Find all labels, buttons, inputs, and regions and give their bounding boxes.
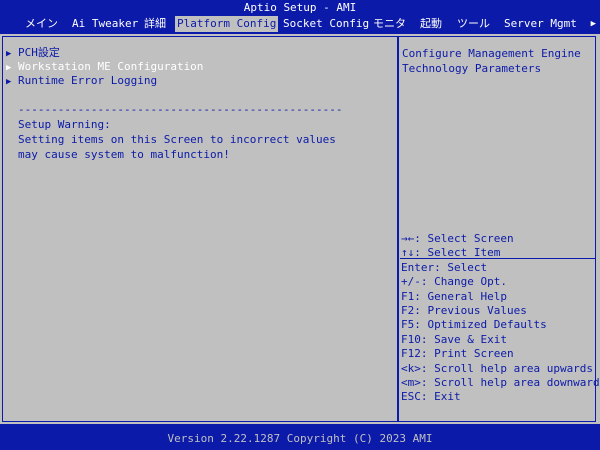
- menu-list: ▶ PCH設定 ▶ Workstation ME Configuration ▶ Ru…: [6, 46, 203, 88]
- menu-item-workstation-me-configuration[interactable]: ▶ Workstation ME Configuration: [6, 60, 203, 74]
- setup-warning: ----------------------------------------…: [18, 102, 343, 162]
- right-triangle-icon: ▶: [6, 63, 12, 73]
- key-scroll-up: <k>: Scroll help area upwards: [401, 361, 594, 375]
- key-legend: →←: Select Screen ↑↓: Select Item Enter:…: [401, 232, 600, 405]
- menu-item-label: PCH設定: [18, 46, 60, 59]
- tab-ai-tweaker[interactable]: Ai Tweaker: [70, 16, 140, 32]
- tab-tool[interactable]: ツール: [455, 16, 492, 32]
- key-f12: F12: Print Screen: [401, 347, 514, 361]
- key-change-opt: +/-: Change Opt.: [401, 275, 507, 289]
- tab-bar: メイン Ai Tweaker 詳細 Platform Config Socket…: [0, 16, 600, 32]
- menu-item-label: Workstation ME Configuration: [18, 60, 204, 73]
- key-f2: F2: Previous Values: [401, 304, 527, 318]
- tab-socket-config[interactable]: Socket Config: [281, 16, 371, 32]
- right-triangle-icon: ▶: [6, 49, 12, 59]
- help-line: Configure Management Engine: [402, 47, 581, 60]
- key-f1: F1: General Help: [401, 289, 507, 303]
- key-f5: F5: Optimized Defaults: [401, 318, 547, 332]
- key-esc: ESC: Exit: [401, 390, 461, 404]
- menu-item-runtime-error-logging[interactable]: ▶ Runtime Error Logging: [6, 74, 203, 88]
- warning-line: may cause system to malfunction!: [18, 148, 230, 161]
- right-triangle-icon[interactable]: ▶: [591, 16, 596, 32]
- tab-server-mgmt[interactable]: Server Mgmt: [502, 16, 579, 32]
- key-scroll-down: <m>: Scroll help area downwards: [401, 376, 600, 390]
- help-line: Technology Parameters: [402, 62, 542, 75]
- footer-version: Version 2.22.1287 Copyright (C) 2023 AMI: [167, 432, 433, 445]
- main-panel: ▶ PCH設定 ▶ Workstation ME Configuration ▶ Ru…: [0, 34, 600, 424]
- window-title: Aptio Setup - AMI: [243, 1, 357, 14]
- tab-monitor[interactable]: モニタ: [371, 16, 408, 32]
- key-select-screen: →←: Select Screen: [401, 232, 514, 245]
- vertical-divider: [397, 37, 399, 421]
- tab-platform-config[interactable]: Platform Config: [175, 16, 279, 32]
- help-text: Configure Management Engine Technology P…: [402, 46, 592, 76]
- tab-advanced[interactable]: 詳細: [142, 16, 168, 32]
- warning-line: Setting items on this Screen to incorrec…: [18, 133, 336, 146]
- right-triangle-icon: ▶: [6, 77, 12, 87]
- warning-heading: Setup Warning:: [18, 118, 111, 131]
- warning-separator: ----------------------------------------…: [18, 103, 343, 116]
- key-f10: F10: Save & Exit: [401, 332, 507, 346]
- key-select-item: ↑↓: Select Item: [401, 246, 501, 260]
- tab-main[interactable]: メイン: [23, 16, 60, 32]
- key-enter: Enter: Select: [401, 260, 488, 274]
- menu-item-label: Runtime Error Logging: [18, 74, 158, 87]
- menu-item-pch-config[interactable]: ▶ PCH設定: [6, 46, 203, 60]
- tab-boot[interactable]: 起動: [418, 16, 444, 32]
